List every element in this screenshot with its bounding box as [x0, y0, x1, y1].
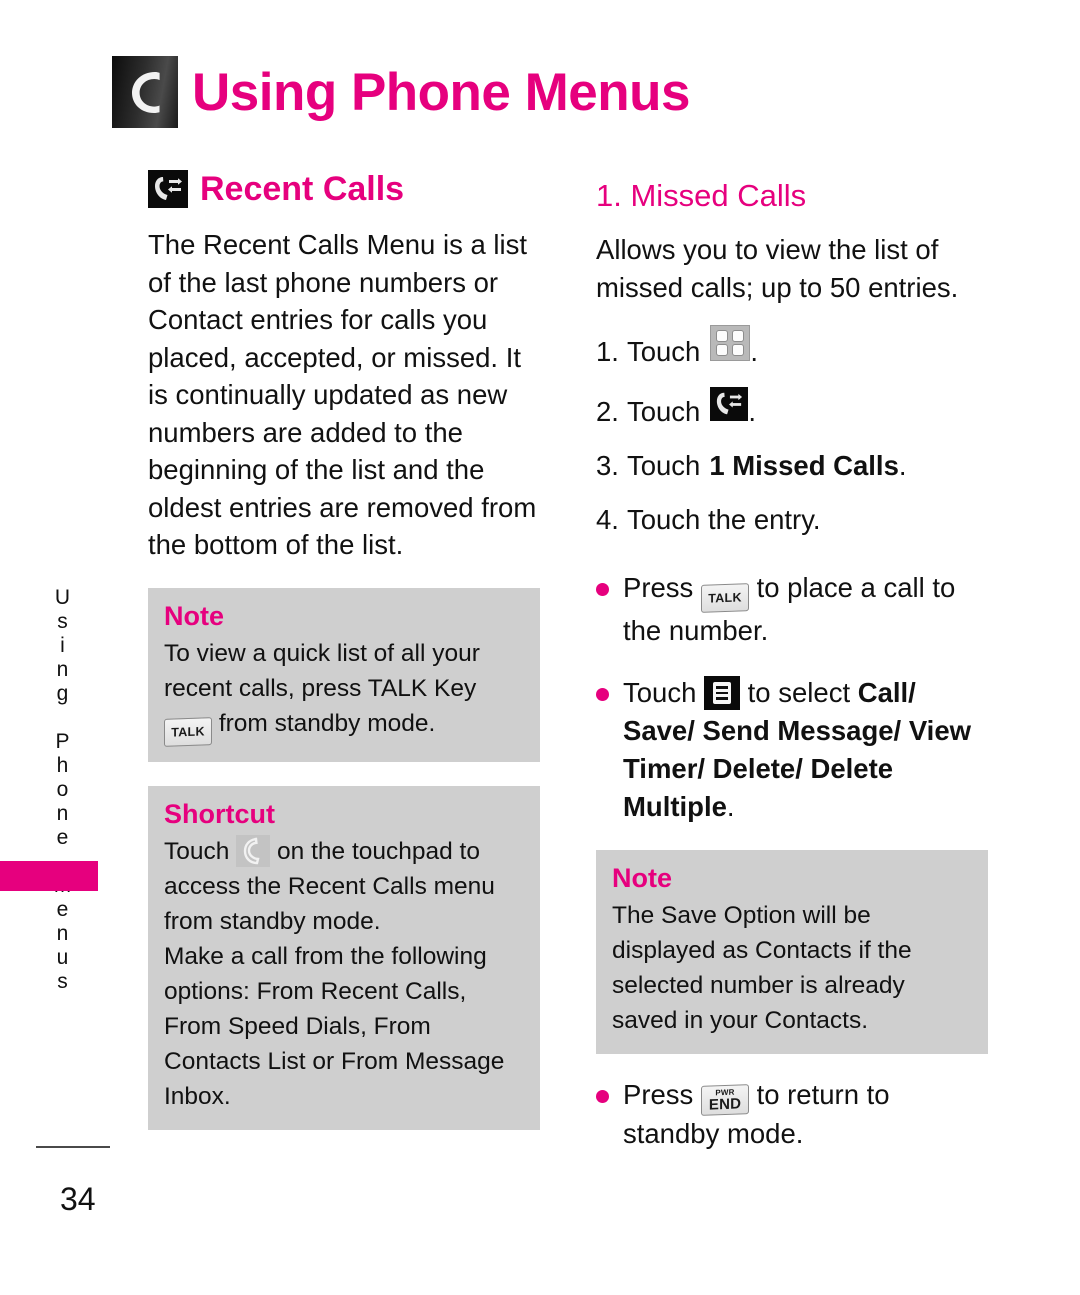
bullet-touch-options: Touch to select Call/ Save/ Send Message…: [596, 674, 988, 826]
bullet-2-trailing: .: [726, 791, 735, 822]
end-key-end-label: END: [708, 1095, 742, 1114]
bullet-press-end-text: Press PWR END to return to standby mode.: [623, 1076, 988, 1153]
page-title: Using Phone Menus: [192, 62, 690, 122]
step-2-number: 2.: [596, 396, 619, 427]
step-2: 2. Touch .: [596, 387, 988, 431]
talk-key-icon: TALK: [700, 583, 749, 613]
phone-handset-icon: [112, 56, 178, 128]
note-callout-right: Note The Save Option will be displayed a…: [596, 850, 988, 1055]
recent-calls-icon: [710, 387, 749, 421]
side-tab: Using Phone Menus: [0, 586, 98, 994]
bullet-press-end: Press PWR END to return to standby mode.: [596, 1076, 988, 1153]
step-1-number: 1.: [596, 336, 619, 367]
subsection-description: Allows you to view the list of missed ca…: [596, 234, 959, 303]
step-2-period: .: [748, 396, 756, 427]
bullet-dot-icon: [596, 583, 609, 596]
shortcut-body-line2: Make a call from the following options: …: [164, 943, 505, 1111]
bullet-dot-icon: [596, 688, 609, 701]
step-3-label: Touch: [626, 450, 701, 481]
page-header: Using Phone Menus: [112, 56, 690, 128]
bullet-dot-icon: [596, 1090, 609, 1104]
bullet-1-before-key: Press: [623, 572, 694, 603]
bullet-press-talk: Press TALK to place a call to the number…: [596, 569, 988, 650]
bullet-2-after-icon: to select: [747, 677, 851, 708]
talk-key-icon: TALK: [164, 716, 212, 747]
note-callout-left: Note To view a quick list of all your re…: [148, 587, 540, 762]
note-text-after-key: from standby mode.: [218, 709, 436, 737]
step-4: 4. Touch the entry.: [596, 501, 988, 539]
intro-paragraph: The Recent Calls Menu is a list of the l…: [148, 229, 537, 560]
step-1-label: Touch: [626, 336, 701, 367]
shortcut-body-line1: Touch on the touchpad to access the Rece…: [164, 834, 524, 939]
step-2-label: Touch: [626, 396, 701, 427]
touchpad-call-icon: [236, 835, 271, 868]
shortcut-title: Shortcut: [164, 798, 275, 829]
bullet-press-talk-text: Press TALK to place a call to the number…: [623, 569, 988, 650]
step-4-number: 4.: [596, 504, 619, 535]
note-title: Note: [164, 600, 224, 631]
note-text-before-key: To view a quick list of all your recent …: [164, 639, 480, 702]
step-3-target: 1 Missed Calls: [709, 450, 899, 481]
page-number: 34: [60, 1181, 96, 1217]
end-key-icon: PWR END: [700, 1084, 749, 1117]
side-tab-accent-block: [0, 861, 98, 891]
footer-divider: [36, 1146, 110, 1148]
options-list-icon: [704, 676, 741, 710]
step-3-period: .: [898, 450, 907, 481]
bullet-3-before-key: Press: [623, 1079, 694, 1111]
left-column: Recent Calls The Recent Calls Menu is a …: [148, 170, 540, 1131]
step-3-number: 3.: [596, 450, 619, 481]
step-1: 1. Touch .: [596, 325, 988, 371]
step-1-period: .: [750, 336, 758, 367]
bullet-2-before-icon: Touch: [623, 677, 697, 708]
subsection-title: 1. Missed Calls: [596, 178, 807, 213]
note-body: To view a quick list of all your recent …: [164, 636, 524, 747]
right-column: 1. Missed Calls Allows you to view the l…: [596, 180, 988, 1177]
shortcut-callout: Shortcut Touch on the touchpad to access…: [148, 785, 540, 1131]
side-tab-label: Using Phone Menus: [51, 586, 74, 994]
note-title: Note: [612, 863, 672, 893]
section-title: Recent Calls: [200, 170, 405, 208]
menu-grid-icon: [710, 325, 751, 361]
shortcut-text-before-icon: Touch: [164, 838, 230, 866]
bullet-touch-options-text: Touch to select Call/ Save/ Send Message…: [623, 674, 988, 826]
note-body: The Save Option will be displayed as Con…: [612, 902, 912, 1035]
step-4-label: Touch the entry.: [626, 504, 821, 535]
section-heading: Recent Calls: [148, 170, 540, 208]
step-3: 3. Touch 1 Missed Calls .: [596, 447, 988, 485]
recent-calls-icon: [148, 170, 188, 208]
